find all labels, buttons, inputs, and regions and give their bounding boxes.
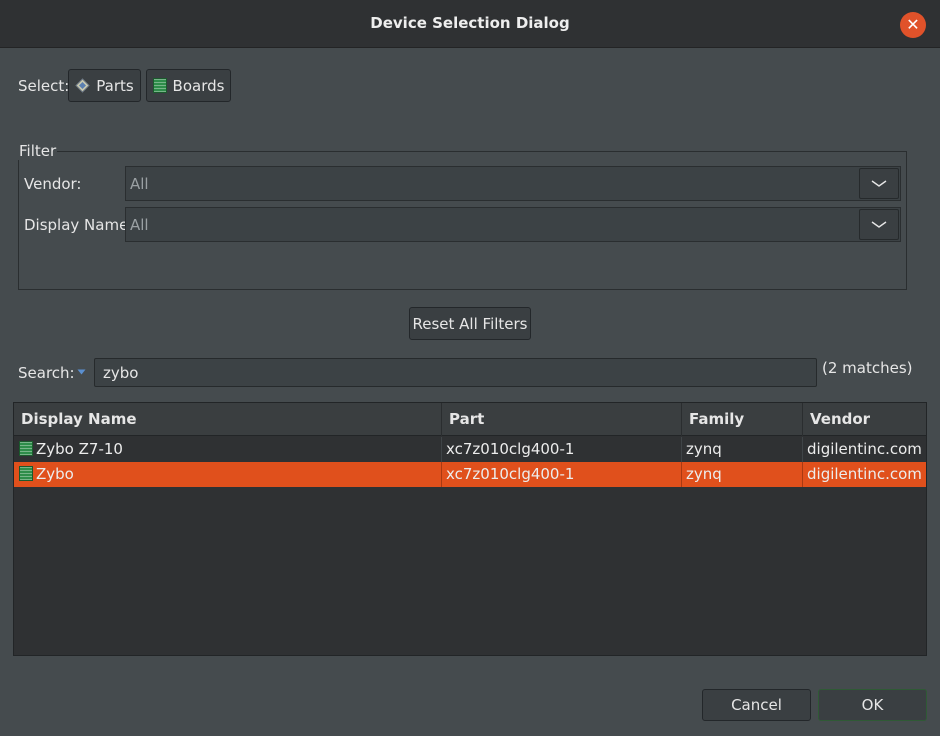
reset-button-label: Reset All Filters [412, 314, 528, 333]
results-table: Display Name Part Family Vendor Zybo Z7-… [13, 402, 927, 656]
column-header-display-name[interactable]: Display Name [14, 403, 441, 436]
vendor-label: Vendor: [24, 175, 82, 193]
cell-part: xc7z010clg400-1 [441, 462, 681, 487]
table-header: Display Name Part Family Vendor [14, 403, 926, 436]
vendor-combo[interactable]: All [125, 166, 901, 201]
vendor-combo-value: All [130, 175, 149, 193]
vendor-dropdown-button[interactable] [859, 168, 899, 199]
board-icon [152, 78, 167, 93]
chevron-down-icon [871, 220, 887, 228]
display-name-label: Display Name: [24, 216, 134, 234]
search-options-icon[interactable] [77, 369, 86, 375]
cell-display-name: Zybo Z7-10 [16, 437, 441, 462]
cell-family: zynq [681, 462, 802, 487]
parts-button-label: Parts [96, 76, 134, 95]
column-header-part[interactable]: Part [441, 403, 681, 436]
chevron-down-icon [871, 179, 887, 187]
column-header-family[interactable]: Family [681, 403, 802, 436]
match-count: (2 matches) [822, 359, 913, 377]
cancel-button-label: Cancel [731, 696, 782, 714]
cell-vendor: digilentinc.com [802, 462, 926, 487]
cell-part: xc7z010clg400-1 [441, 437, 681, 462]
close-icon: ✕ [906, 15, 920, 34]
cell-display-name: Zybo [16, 462, 441, 487]
ok-button-label: OK [861, 696, 884, 714]
search-label: Search: [18, 364, 75, 382]
column-header-vendor[interactable]: Vendor [802, 403, 926, 436]
title-bar: Device Selection Dialog ✕ [0, 0, 940, 48]
parts-button[interactable]: Parts [68, 69, 141, 102]
table-row[interactable]: Zybo xc7z010clg400-1 zynq digilentinc.co… [14, 462, 926, 487]
boards-button-label: Boards [172, 76, 225, 95]
filter-legend: Filter [18, 142, 58, 160]
board-icon [19, 441, 33, 456]
ok-button[interactable]: OK [818, 689, 927, 721]
table-row[interactable]: Zybo Z7-10 xc7z010clg400-1 zynq digilent… [14, 437, 926, 462]
board-name: Zybo [36, 465, 74, 483]
select-label: Select: [18, 77, 70, 95]
reset-all-filters-button[interactable]: Reset All Filters [409, 307, 531, 340]
close-button[interactable]: ✕ [900, 12, 926, 38]
boards-button[interactable]: Boards [146, 69, 231, 102]
display-name-combo-value: All [130, 216, 149, 234]
cell-vendor: digilentinc.com [802, 437, 926, 462]
board-icon [19, 466, 33, 481]
chip-icon [75, 78, 90, 93]
board-name: Zybo Z7-10 [36, 440, 123, 458]
search-input[interactable] [103, 363, 803, 383]
cell-family: zynq [681, 437, 802, 462]
display-name-combo[interactable]: All [125, 207, 901, 242]
search-field[interactable] [94, 358, 817, 387]
cancel-button[interactable]: Cancel [702, 689, 811, 721]
display-name-dropdown-button[interactable] [859, 209, 899, 240]
dialog-title: Device Selection Dialog [370, 14, 570, 32]
